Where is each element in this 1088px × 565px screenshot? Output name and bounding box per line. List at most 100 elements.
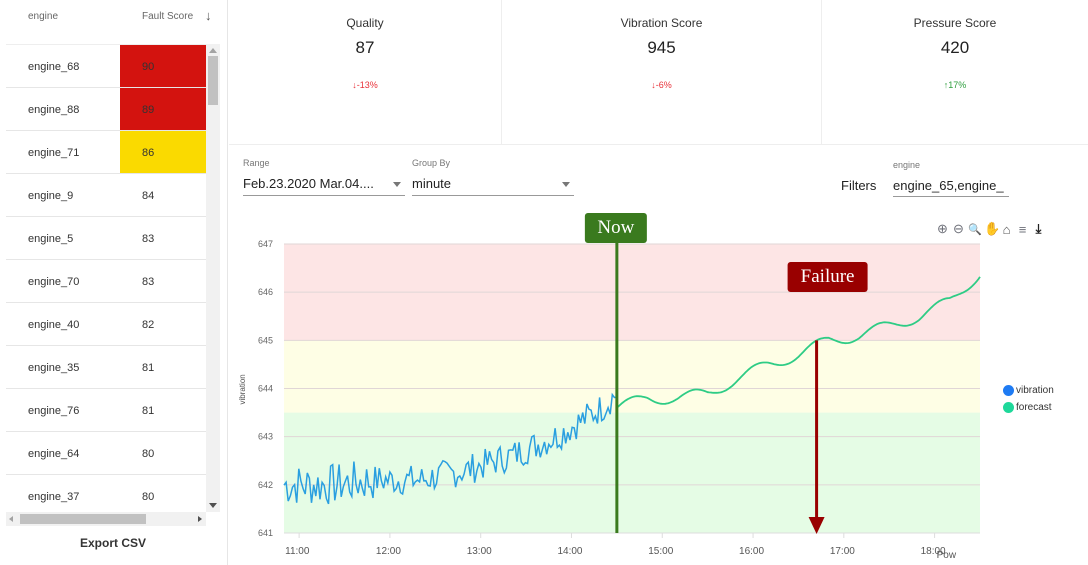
range-value: Feb.23.2020 Mar.04.... (243, 176, 374, 191)
kpi-value: 87 (355, 38, 375, 57)
y-tick-label: 646 (258, 287, 273, 297)
y-tick-label: 642 (258, 480, 273, 490)
table-row[interactable]: engine_9 84 (6, 174, 206, 217)
engine-name: engine_76 (28, 405, 80, 417)
fault-score-cell: 86 (120, 131, 206, 173)
fault-score-cell: 83 (142, 276, 155, 288)
engine-name: engine_9 (28, 190, 74, 202)
engine-name: engine_88 (28, 104, 80, 116)
fault-score-cell: 89 (120, 88, 206, 130)
fault-score-cell: 82 (142, 319, 155, 331)
fault-score-panel: engine Fault Score ↓ engine_68 90 engine_8… (0, 0, 228, 565)
fault-score-cell: 81 (142, 362, 155, 374)
kpi-title: Vibration Score (620, 16, 703, 30)
dashboard: engine Fault Score ↓ engine_68 90 engine_8… (0, 0, 1088, 565)
table-row[interactable]: engine_76 81 (6, 389, 206, 432)
fault-score-cell: 84 (142, 190, 155, 202)
engine-filter-label: engine (893, 160, 921, 170)
engine-name: engine_35 (28, 362, 80, 374)
kpi-delta: ↑17% (943, 80, 967, 90)
x-tick-label: 15:00 (648, 546, 673, 557)
fault-score-cell: 90 (120, 45, 206, 87)
engine-filter-input[interactable] (893, 175, 1009, 197)
table-row[interactable]: engine_68 90 (6, 45, 206, 88)
engine-name: engine_71 (28, 147, 80, 159)
y-axis-label: vibration (238, 374, 247, 404)
vibration-chart: 641 642 643 644 645 646 647 11:00 12:00 13:00 14:0… (238, 213, 981, 561)
legend-item-forecast[interactable]: forecast (1003, 399, 1054, 416)
engine-name: engine_40 (28, 319, 80, 331)
table-row[interactable]: engine_5 83 (6, 217, 206, 260)
kpi-delta: ↓-6% (651, 80, 672, 90)
legend-label: vibration (1016, 385, 1054, 396)
kpi-card-vibration-score: Vibration Score 945 ↓-6% (501, 0, 821, 145)
kpi-value: 420 (940, 38, 970, 57)
band-normal (284, 412, 980, 533)
table-row[interactable]: engine_71 86 (6, 131, 206, 174)
scroll-right-icon[interactable] (198, 516, 202, 522)
now-label: Now (597, 217, 634, 238)
kpi-title: Quality (346, 16, 384, 30)
fault-score-cell: 81 (142, 405, 155, 417)
kpi-card-quality: Quality 87 ↓-13% (229, 0, 501, 145)
x-tick-label: 12:00 (376, 546, 401, 557)
legend-marker (1003, 385, 1014, 396)
kpi-value: 945 (647, 38, 676, 57)
engine-name: engine_64 (28, 448, 80, 460)
legend-label: forecast (1016, 402, 1052, 413)
y-tick-label: 647 (258, 239, 273, 249)
scroll-left-icon[interactable] (9, 516, 13, 522)
x-tick-label: 17:00 (830, 546, 855, 557)
x-tick-label: 11:00 (285, 546, 310, 557)
table-body: engine_68 90 engine_88 89 engine_71 86 engine_… (6, 44, 206, 512)
table-row[interactable]: engine_64 80 (6, 432, 206, 475)
table-row[interactable]: engine_40 82 (6, 303, 206, 346)
failure-label: Failure (801, 266, 855, 287)
chart-legend: vibration forecast (1003, 382, 1054, 416)
engine-name: engine_68 (28, 61, 80, 73)
y-tick-label: 641 (258, 528, 273, 538)
filters-label: Filters (841, 178, 877, 193)
fault-score-cell: 80 (142, 448, 155, 460)
column-header-engine[interactable]: engine (28, 11, 58, 22)
table-row[interactable]: engine_70 83 (6, 260, 206, 303)
table-header: engine Fault Score ↓ (0, 0, 228, 44)
table-row[interactable]: engine_88 89 (6, 88, 206, 131)
kpi-delta: ↓-13% (352, 80, 378, 90)
kpi-title: Pressure Score (913, 16, 997, 30)
engine-name: engine_70 (28, 276, 80, 288)
range-select[interactable]: Feb.23.2020 Mar.04.... (243, 174, 405, 196)
y-tick-label: 643 (258, 432, 273, 442)
scroll-thumb-horizontal[interactable] (20, 514, 146, 524)
horizontal-scrollbar[interactable] (6, 512, 206, 526)
group-by-select[interactable]: minute (412, 174, 574, 196)
sort-descending-icon[interactable]: ↓ (205, 8, 212, 23)
vertical-scrollbar[interactable] (206, 44, 220, 512)
y-tick-label: 644 (258, 384, 273, 394)
chevron-down-icon (393, 182, 401, 187)
legend-item-vibration[interactable]: vibration (1003, 382, 1054, 399)
x-tick-label: 13:00 (467, 546, 492, 557)
group-by-label: Group By (412, 158, 451, 168)
fault-score-cell: 80 (142, 491, 155, 503)
y-tick-label: 645 (258, 335, 273, 345)
scroll-up-icon[interactable] (209, 48, 217, 53)
scroll-down-icon[interactable] (209, 503, 217, 508)
engine-name: engine_5 (28, 233, 74, 245)
chevron-down-icon (562, 182, 570, 187)
legend-marker (1003, 402, 1014, 413)
range-label: Range (243, 158, 270, 168)
export-csv-button[interactable]: Export CSV (6, 528, 220, 558)
scroll-thumb[interactable] (208, 56, 218, 105)
column-header-fault-score[interactable]: Fault Score (142, 11, 193, 22)
x-tick-label: 16:00 (739, 546, 764, 557)
table-row[interactable]: engine_35 81 (6, 346, 206, 389)
table-row[interactable]: engine_37 80 (6, 475, 206, 512)
fault-score-cell: 83 (142, 233, 155, 245)
x-tick-label: 14:00 (557, 546, 582, 557)
band-warning (284, 340, 980, 413)
stray-label: Pow (937, 550, 957, 561)
kpi-card-pressure-score: Pressure Score 420 ↑17% (821, 0, 1088, 145)
engine-name: engine_37 (28, 491, 80, 503)
group-by-value: minute (412, 176, 452, 191)
